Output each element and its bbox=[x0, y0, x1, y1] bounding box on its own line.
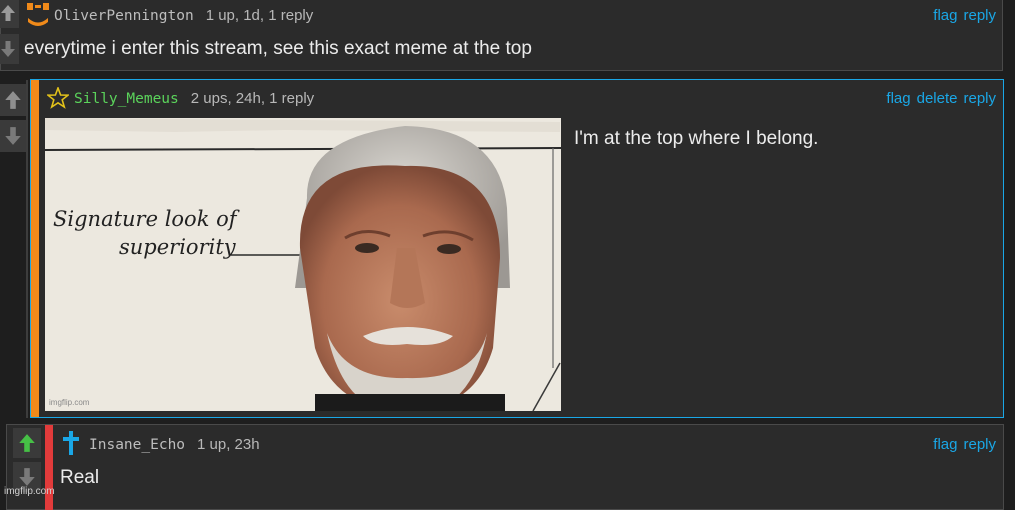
comment-text: I'm at the top where I belong. bbox=[574, 128, 819, 149]
comment-meta: Insane_Echo 1 up, 23h bbox=[89, 436, 260, 453]
face-icon bbox=[27, 3, 49, 26]
arrow-down-icon bbox=[1, 41, 15, 57]
reply-link[interactable]: reply bbox=[963, 7, 996, 24]
arrow-up-icon bbox=[1, 5, 15, 21]
page-watermark: imgflip.com bbox=[4, 486, 55, 497]
meme-caption-line2: superiority bbox=[119, 235, 237, 259]
cross-icon bbox=[63, 431, 79, 455]
arrow-down-icon bbox=[19, 468, 35, 486]
comment-meta: OliverPennington 1 up, 1d, 1 reply bbox=[54, 7, 313, 24]
reply-link[interactable]: reply bbox=[963, 436, 996, 453]
meme-caption-line1: Signature look of bbox=[53, 207, 240, 231]
vote-column bbox=[0, 84, 26, 152]
comment-meta: Silly_Memeus 2 ups, 24h, 1 reply bbox=[74, 90, 314, 107]
flag-link[interactable]: flag bbox=[933, 436, 957, 453]
avatar[interactable] bbox=[26, 2, 50, 28]
reply-thread-line bbox=[26, 80, 28, 418]
comment-actions: flag delete reply bbox=[880, 90, 996, 107]
upvote-button[interactable] bbox=[0, 0, 19, 28]
comment-text: everytime i enter this stream, see this … bbox=[24, 38, 532, 59]
flag-link[interactable]: flag bbox=[933, 7, 957, 24]
arrow-down-icon bbox=[5, 127, 21, 145]
meme-watermark: imgflip.com bbox=[49, 398, 90, 407]
comment-actions: flag reply bbox=[927, 436, 996, 453]
red-indicator-bar bbox=[45, 425, 53, 510]
comment-stats: 2 ups, 24h, 1 reply bbox=[190, 90, 315, 107]
comment-actions: flag reply bbox=[927, 7, 996, 24]
orange-indicator-bar bbox=[31, 80, 39, 417]
arrow-up-icon bbox=[19, 434, 35, 452]
comment-stats: 1 up, 1d, 1 reply bbox=[205, 7, 314, 24]
flag-link[interactable]: flag bbox=[886, 90, 910, 107]
upvote-button[interactable] bbox=[0, 84, 26, 116]
delete-link[interactable]: delete bbox=[917, 90, 958, 107]
vote-column bbox=[13, 428, 41, 492]
star-icon bbox=[45, 85, 71, 109]
reply-link[interactable]: reply bbox=[963, 90, 996, 107]
downvote-button[interactable] bbox=[0, 34, 19, 64]
username[interactable]: OliverPennington bbox=[54, 8, 194, 24]
comment-stats: 1 up, 23h bbox=[197, 436, 260, 453]
meme-illustration: Signature look of superiority imgflip.co… bbox=[45, 118, 561, 411]
downvote-button[interactable] bbox=[0, 120, 26, 152]
comment-text: Real bbox=[60, 467, 100, 488]
username[interactable]: Insane_Echo bbox=[89, 437, 185, 453]
avatar[interactable] bbox=[61, 430, 81, 456]
avatar[interactable] bbox=[45, 85, 71, 109]
vote-column bbox=[0, 0, 19, 64]
meme-image[interactable]: Signature look of superiority imgflip.co… bbox=[45, 118, 561, 411]
upvote-button[interactable] bbox=[13, 428, 41, 458]
username[interactable]: Silly_Memeus bbox=[74, 91, 179, 107]
arrow-up-icon bbox=[5, 91, 21, 109]
